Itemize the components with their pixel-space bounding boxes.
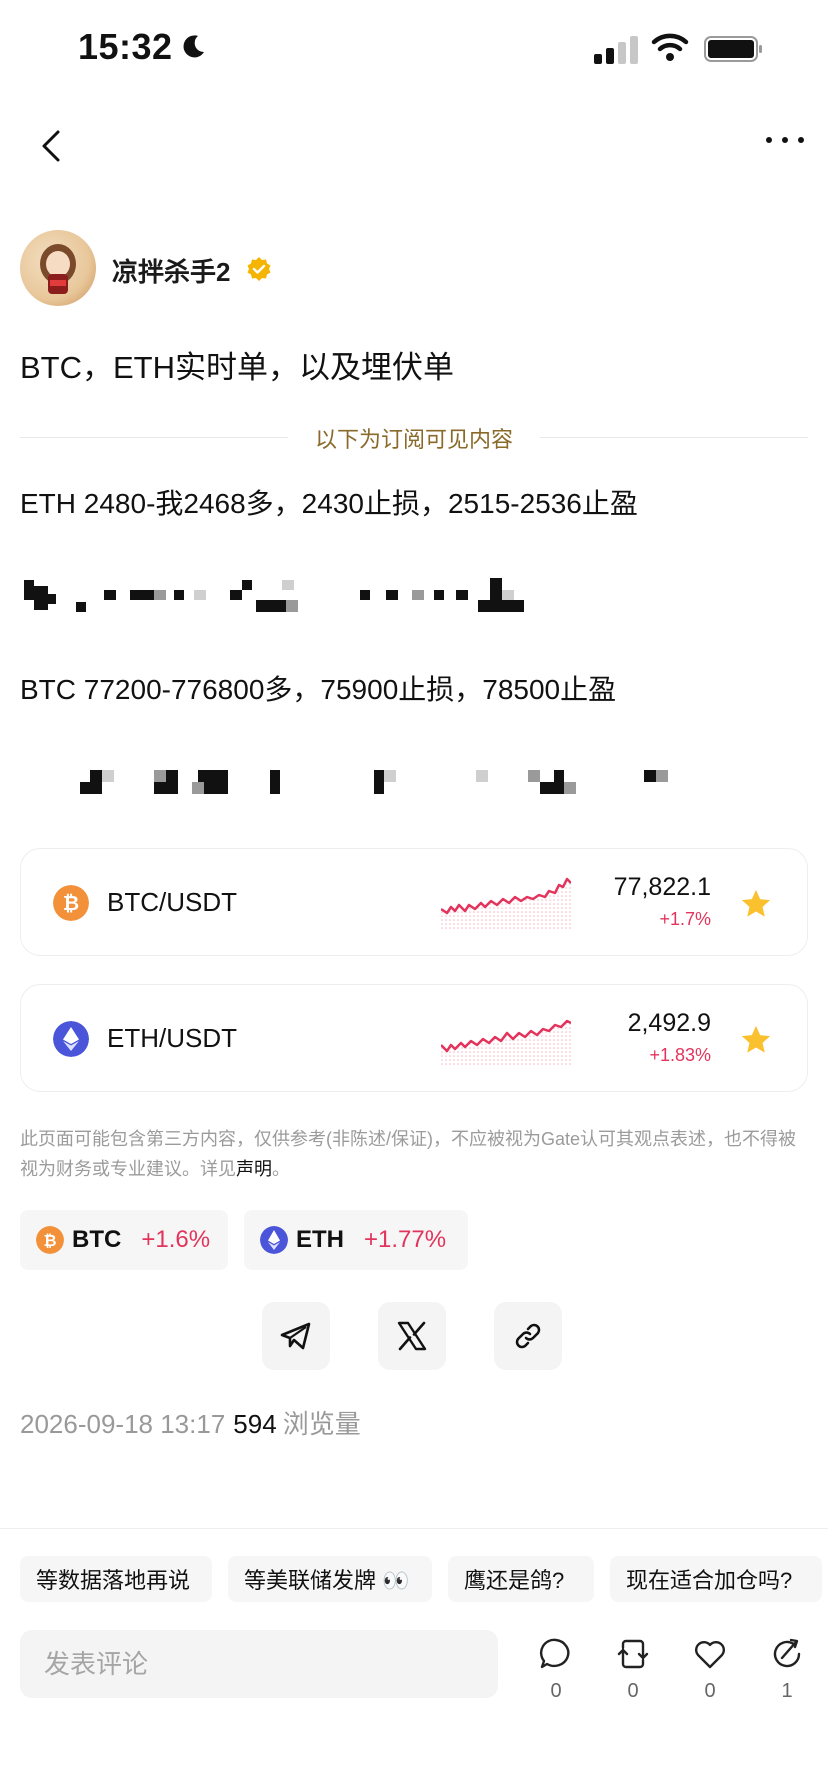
x-logo-icon	[397, 1321, 427, 1351]
coin-change: +1.6%	[141, 1226, 211, 1253]
market-pair: ETH/USDT	[107, 1023, 237, 1053]
post-meta: 2026-09-18 13:17 594 浏览量	[20, 1404, 361, 1441]
share-icon	[773, 1638, 801, 1668]
subscriber-divider-text: 以下为订阅可见内容	[314, 427, 513, 452]
share-x-button[interactable]	[378, 1302, 446, 1370]
share-action[interactable]: 1	[757, 1636, 817, 1703]
market-change: +1.7%	[659, 909, 711, 929]
like-icon	[695, 1641, 725, 1669]
market-card-eth[interactable]: ETH/USDT 2,492.9 +1.83%	[20, 984, 808, 1092]
repost-count: 0	[627, 1680, 639, 1702]
bitcoin-icon: ₿	[36, 1226, 64, 1254]
disclaimer-link[interactable]: 声明	[236, 1159, 272, 1179]
market-change: +1.83%	[649, 1045, 711, 1065]
comment-icon	[539, 1638, 570, 1669]
quick-reply-tag[interactable]: 等美联储发牌 👀	[228, 1556, 432, 1602]
market-card-btc[interactable]: ₿ BTC/USDT 77,822.1 +1.7%	[20, 848, 808, 956]
market-price: 77,822.1	[613, 873, 711, 901]
redacted-content-1	[20, 578, 560, 618]
comment-count: 0	[550, 1680, 562, 1702]
more-options-icon[interactable]	[764, 130, 806, 150]
disclaimer: 此页面可能包含第三方内容，仅供参考(非陈述/保证)，不应被视为Gate认可其观点…	[20, 1124, 800, 1184]
sparkline-chart	[441, 877, 571, 931]
coin-symbol: BTC	[72, 1226, 122, 1253]
link-icon	[515, 1323, 541, 1349]
repost-icon	[617, 1639, 649, 1669]
quick-reply-tag[interactable]: 等数据落地再说	[20, 1556, 212, 1602]
coin-chip-btc[interactable]: ₿ BTC +1.6%	[20, 1210, 228, 1270]
post-date: 2026-09-18 13:17	[20, 1409, 226, 1439]
svg-text:₿: ₿	[43, 1232, 56, 1250]
view-count: 594	[233, 1409, 277, 1439]
back-icon[interactable]	[36, 128, 66, 164]
ethereum-icon	[260, 1226, 288, 1254]
disclaimer-end: 。	[272, 1159, 290, 1179]
coin-change: +1.77%	[364, 1226, 447, 1253]
view-count-label: 浏览量	[282, 1409, 361, 1439]
post-title: BTC，ETH实时单，以及埋伏单	[20, 350, 454, 385]
telegram-icon	[280, 1322, 311, 1350]
status-time: 15:32	[78, 26, 173, 67]
share-count: 1	[781, 1680, 793, 1702]
quick-reply-tag[interactable]: 现在适合加仓吗?	[610, 1556, 822, 1602]
wifi-icon	[651, 33, 689, 61]
redacted-content-2	[80, 770, 680, 800]
ethereum-icon	[53, 1021, 89, 1057]
disclaimer-text: 此页面可能包含第三方内容，仅供参考(非陈述/保证)，不应被视为Gate认可其观点…	[20, 1129, 797, 1179]
favorite-star-icon[interactable]	[739, 1023, 773, 1057]
repost-action[interactable]: 0	[603, 1636, 663, 1703]
cellular-signal-icon	[594, 34, 638, 64]
avatar-illustration	[40, 244, 76, 294]
subscriber-divider: 以下为订阅可见内容	[20, 422, 808, 452]
like-count: 0	[704, 1680, 716, 1702]
footer-divider	[0, 1528, 828, 1529]
quick-reply-tag[interactable]: 鹰还是鸽?	[448, 1556, 594, 1602]
comment-action[interactable]: 0	[526, 1636, 586, 1703]
battery-icon	[704, 36, 762, 62]
market-pair: BTC/USDT	[107, 887, 237, 917]
coin-symbol: ETH	[296, 1226, 344, 1253]
share-telegram-button[interactable]	[262, 1302, 330, 1370]
comment-input[interactable]	[20, 1630, 498, 1698]
svg-text:₿: ₿	[63, 893, 79, 915]
bitcoin-icon: ₿	[53, 885, 89, 921]
copy-link-button[interactable]	[494, 1302, 562, 1370]
author-name[interactable]: 凉拌杀手2	[112, 252, 230, 289]
post-line-btc: BTC 77200-776800多，75900止损，78500止盈	[20, 674, 617, 705]
like-action[interactable]: 0	[680, 1636, 740, 1703]
verified-badge-icon	[247, 257, 271, 281]
sparkline-chart	[441, 1019, 571, 1067]
favorite-star-icon[interactable]	[739, 887, 773, 921]
market-price: 2,492.9	[627, 1009, 711, 1037]
moon-icon	[183, 35, 204, 58]
post-line-eth: ETH 2480-我2468多，2430止损，2515-2536止盈	[20, 488, 638, 519]
avatar[interactable]	[20, 230, 96, 306]
coin-chip-eth[interactable]: ETH +1.77%	[244, 1210, 468, 1270]
